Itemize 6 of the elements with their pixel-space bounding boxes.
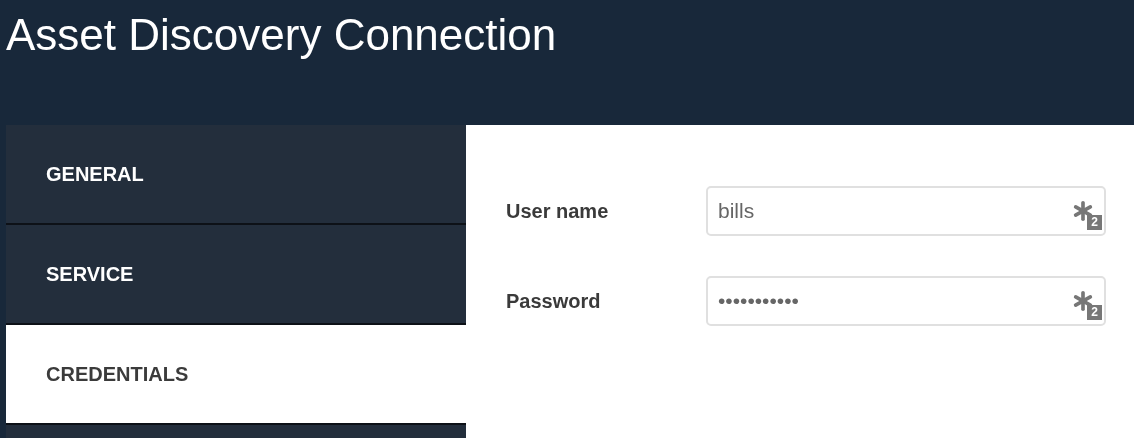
sidebar-tab[interactable]: CREDENTIALS <box>6 325 466 425</box>
input-field[interactable]: ••••••••••• 2 <box>706 276 1106 326</box>
field-label: Password <box>506 289 602 314</box>
field-label: User name <box>506 199 610 224</box>
window-title: Asset Discovery Connection <box>6 9 558 61</box>
input-field[interactable]: bills 2 <box>706 186 1106 236</box>
